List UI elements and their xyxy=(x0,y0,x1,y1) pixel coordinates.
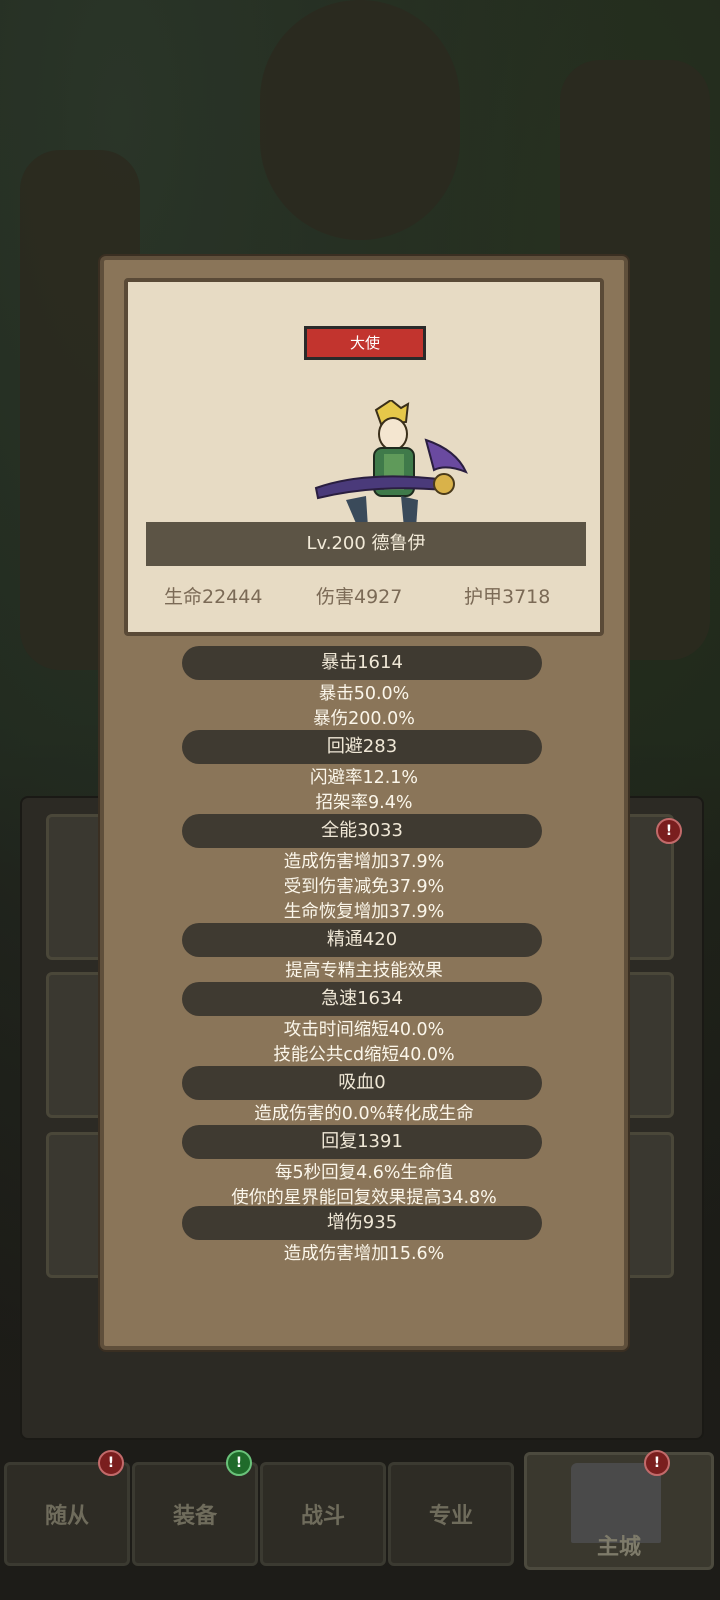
damage-boost-line: 造成伤害增加15.6% xyxy=(283,1244,445,1264)
damage-stat: 伤害4927 xyxy=(316,586,403,608)
alert-icon: ! xyxy=(98,1450,124,1476)
hp-stat: 生命22444 xyxy=(164,586,263,608)
nav-battle-button[interactable]: 战斗 xyxy=(260,1462,386,1566)
alert-icon: ! xyxy=(644,1450,670,1476)
nav-followers-button[interactable]: 随从 xyxy=(4,1462,130,1566)
armor-stat: 护甲3718 xyxy=(464,586,551,608)
leech-line: 造成伤害的0.0%转化成生命 xyxy=(254,1104,474,1124)
parry-rate-line: 招架率9.4% xyxy=(315,793,413,813)
damage-boost-header: 增伤935 xyxy=(182,1206,542,1240)
haste-line-1: 攻击时间缩短40.0% xyxy=(283,1020,445,1040)
haste-header: 急速1634 xyxy=(182,982,542,1016)
rank-badge: 大使 xyxy=(304,326,426,360)
nav-followers-label: 随从 xyxy=(44,1504,89,1529)
nav-profession-button[interactable]: 专业 xyxy=(388,1462,514,1566)
nav-main-city-button[interactable]: 主城 xyxy=(524,1452,714,1570)
regen-line-1: 每5秒回复4.6%生命值 xyxy=(274,1163,454,1183)
bottom-nav: 随从 ! 装备 ! 战斗 专业 主城 ! xyxy=(0,1450,720,1600)
regen-header: 回复1391 xyxy=(182,1125,542,1159)
hero-name-level: Lv.200 德鲁伊 xyxy=(146,522,586,566)
haste-line-2: 技能公共cd缩短40.0% xyxy=(273,1045,455,1065)
leech-header: 吸血0 xyxy=(182,1066,542,1100)
nav-equipment-button[interactable]: 装备 xyxy=(132,1462,258,1566)
tree-canopy xyxy=(260,0,460,240)
versatility-line-1: 造成伤害增加37.9% xyxy=(283,852,445,872)
nav-equipment-label: 装备 xyxy=(172,1504,217,1529)
versatility-line-2: 受到伤害减免37.9% xyxy=(283,877,445,897)
nav-battle-label: 战斗 xyxy=(300,1504,345,1529)
alert-icon: ! xyxy=(656,818,682,844)
mastery-header: 精通420 xyxy=(182,923,542,957)
notice-icon: ! xyxy=(226,1450,252,1476)
base-stats-row: 生命22444 伤害4927 护甲3718 xyxy=(128,574,600,614)
crit-header: 暴击1614 xyxy=(182,646,542,680)
versatility-header: 全能3033 xyxy=(182,814,542,848)
nav-profession-label: 专业 xyxy=(428,1504,473,1529)
dodge-header: 回避283 xyxy=(182,730,542,764)
dodge-rate-line: 闪避率12.1% xyxy=(309,768,419,788)
versatility-line-3: 生命恢复增加37.9% xyxy=(283,902,445,922)
hero-card: 大使 Lv.200 德鲁伊 生命22444 伤害4927 护甲3718 xyxy=(124,278,604,636)
mastery-line: 提高专精主技能效果 xyxy=(285,961,443,981)
hero-portrait xyxy=(314,400,468,528)
crit-damage-line: 暴伤200.0% xyxy=(313,709,415,729)
hero-attributes-modal: 大使 Lv.200 德鲁伊 生命22444 伤害4927 护甲3718 暴击16… xyxy=(100,256,628,1350)
nav-main-city-label: 主城 xyxy=(596,1535,641,1560)
crit-rate-line: 暴击50.0% xyxy=(318,684,410,704)
